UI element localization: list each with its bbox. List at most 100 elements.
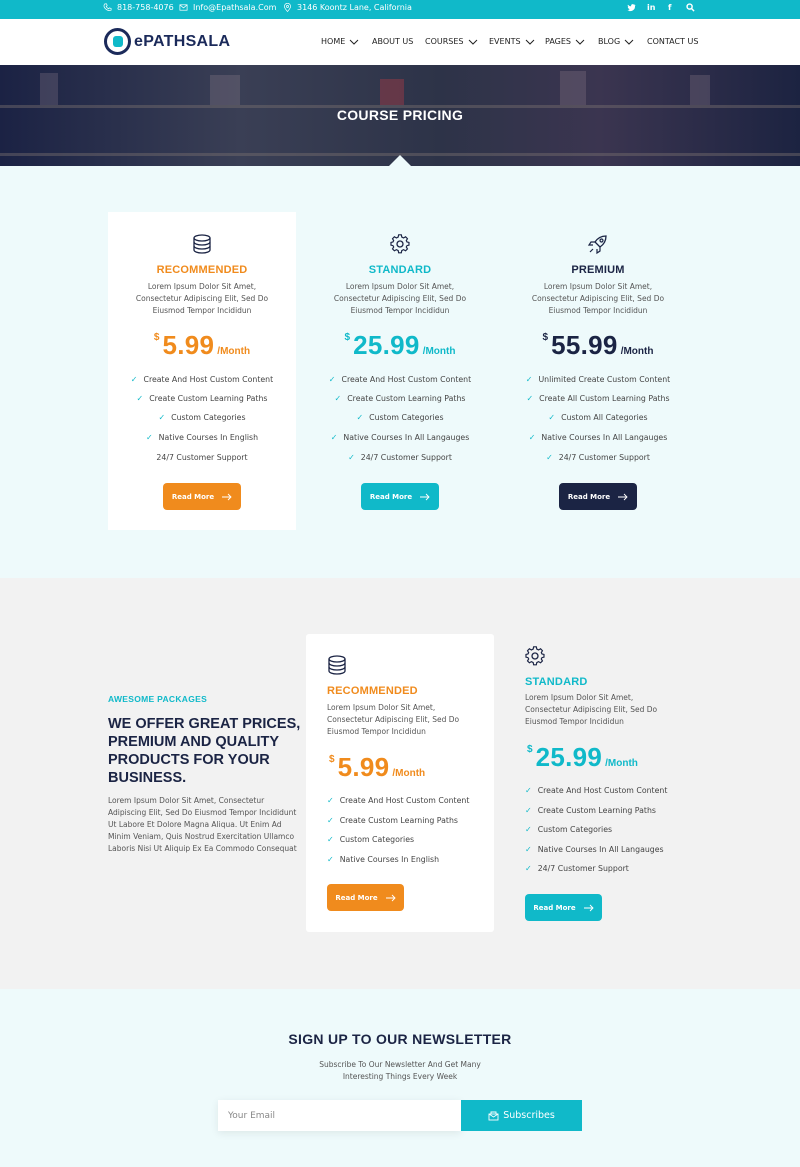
plan-name: STANDARD: [525, 676, 588, 688]
feature-text: Create Custom Learning Paths: [537, 806, 656, 815]
plan-name: STANDARD: [368, 264, 432, 276]
section-title-line: PRODUCTS FOR YOUR: [108, 752, 270, 768]
phone-icon: [103, 3, 112, 11]
read-more-button[interactable]: Read More: [559, 483, 637, 510]
feature-text: Create And Host Custom Content: [341, 375, 472, 384]
button-label: Read More: [567, 492, 611, 501]
mail-icon: [179, 4, 188, 11]
feature-item: ✓ Native Courses In All Langauges: [306, 433, 494, 442]
newsletter-title: SIGN UP TO OUR NEWSLETTER: [288, 1031, 512, 1047]
check-icon: ✓: [327, 855, 334, 864]
plan-description: Lorem Ipsum Dolor Sit Amet, Consectetur …: [531, 282, 665, 315]
feature-item: ✓ Unlimited Create Custom Content: [504, 375, 692, 384]
price-period: /Month: [605, 758, 638, 769]
arrow-right-icon: [385, 894, 396, 901]
feature-item: ✓ Create Custom Learning Paths: [306, 394, 494, 403]
chevron-down-icon: [468, 39, 477, 45]
plan-price: $5.99/Month: [108, 330, 296, 361]
feature-item: ✓ Create And Host Custom Content: [327, 796, 469, 805]
phone-contact[interactable]: 818-758-4076: [103, 3, 174, 12]
feature-item: ✓ Custom Categories: [525, 825, 612, 834]
feature-text: Custom Categories: [171, 413, 246, 422]
feature-item: ✓ Create Custom Learning Paths: [327, 816, 458, 825]
search-icon[interactable]: [686, 3, 695, 14]
email-input[interactable]: [218, 1100, 461, 1131]
feature-text: Create All Custom Learning Paths: [539, 394, 670, 403]
feature-text: Custom Categories: [369, 413, 444, 422]
feature-item: ✓ Create Custom Learning Paths: [525, 806, 656, 815]
feature-text: Native Courses In English: [158, 433, 259, 442]
check-icon: ✓: [356, 413, 364, 422]
price-period: /Month: [217, 346, 251, 357]
check-icon: ✓: [327, 796, 334, 805]
site-header: ePATHSALA HOME ABOUT US COURSES EVENTS P…: [0, 19, 800, 65]
nav-blog[interactable]: BLOG: [598, 37, 634, 46]
feature-item: ✓ Custom Categories: [108, 413, 296, 422]
feature-text: Custom Categories: [339, 835, 415, 844]
nav-about-label: ABOUT US: [372, 37, 414, 46]
price-period: /Month: [620, 346, 654, 357]
read-more-button[interactable]: Read More: [525, 894, 602, 921]
price-amount: 55.99: [551, 330, 618, 360]
feature-text: Custom All Categories: [561, 413, 648, 422]
nav-home[interactable]: HOME: [321, 37, 359, 46]
subscribe-button[interactable]: Subscribes: [461, 1100, 582, 1131]
arrow-right-icon: [618, 493, 628, 500]
read-more-button[interactable]: Read More: [163, 483, 241, 510]
read-more-button[interactable]: Read More: [361, 483, 439, 510]
check-icon: ✓: [525, 845, 532, 854]
section-body: Lorem Ipsum Dolor Sit Amet, Consectetur …: [108, 796, 297, 853]
price-amount: 25.99: [535, 742, 603, 772]
nav-events[interactable]: EVENTS: [489, 37, 535, 46]
button-label: Read More: [533, 903, 576, 912]
nav-blog-label: BLOG: [598, 37, 621, 46]
section-title: WE OFFER GREAT PRICES, PREMIUM AND QUALI…: [108, 715, 303, 787]
phone-text: 818-758-4076: [117, 3, 174, 12]
linkedin-icon[interactable]: in: [647, 3, 655, 12]
nav-about[interactable]: ABOUT US: [372, 37, 413, 46]
check-icon: ✓: [526, 394, 534, 403]
check-icon: ✓: [546, 453, 553, 462]
hero-book: [40, 73, 58, 105]
gear-icon: [525, 646, 545, 666]
feature-text: 24/7 Customer Support: [537, 864, 629, 873]
feature-text: Create And Host Custom Content: [537, 786, 668, 795]
check-icon: ✓: [136, 394, 144, 403]
currency-symbol: $: [542, 332, 549, 343]
nav-contact[interactable]: CONTACT US: [647, 37, 698, 46]
logo[interactable]: ePATHSALA: [104, 28, 230, 55]
plan-price: $55.99/Month: [504, 330, 692, 361]
subscribe-icon: [488, 1111, 499, 1120]
feature-text: Create And Host Custom Content: [339, 796, 470, 805]
feature-item: ✓ Native Courses In English: [108, 433, 296, 442]
facebook-icon[interactable]: f: [668, 3, 671, 12]
feature-item: ✓ Native Courses In All Langauges: [525, 845, 664, 854]
nav-pages[interactable]: PAGES: [545, 37, 585, 46]
price-amount: 25.99: [353, 330, 420, 360]
check-icon: ✓: [525, 864, 532, 873]
nav-courses[interactable]: COURSES: [425, 37, 478, 46]
section-title-line: WE OFFER GREAT PRICES,: [108, 716, 301, 732]
nav-courses-label: COURSES: [425, 37, 464, 46]
feature-item: ✓ Custom Categories: [327, 835, 414, 844]
button-label: Read More: [171, 492, 215, 501]
feature-text: Native Courses In All Langauges: [541, 433, 668, 442]
price-amount: 5.99: [337, 752, 390, 782]
chevron-down-icon: [575, 39, 585, 45]
twitter-icon[interactable]: [627, 3, 636, 14]
feature-item: ✓ Native Courses In All Langauges: [504, 433, 692, 442]
feature-item: ✓ Create And Host Custom Content: [306, 375, 494, 384]
chevron-down-icon: [525, 39, 534, 45]
check-icon: ✓: [327, 816, 334, 825]
read-more-button[interactable]: Read More: [327, 884, 404, 911]
check-icon: ✓: [334, 394, 342, 403]
plan-name: RECOMMENDED: [156, 264, 248, 276]
chevron-down-icon: [624, 39, 634, 45]
feature-text: 24/7 Customer Support: [360, 453, 452, 462]
email-contact[interactable]: Info@Epathsala.Com: [179, 3, 276, 12]
address-contact: 3146 Koontz Lane, California: [283, 3, 412, 12]
top-bar: 818-758-4076 Info@Epathsala.Com 3146 Koo…: [0, 0, 800, 19]
nav-pages-label: PAGES: [545, 37, 571, 46]
newsletter-subtitle: Subscribe To Our Newsletter And Get Many…: [319, 1060, 481, 1081]
feature-item: ✓ 24/7 Customer Support: [504, 453, 692, 462]
